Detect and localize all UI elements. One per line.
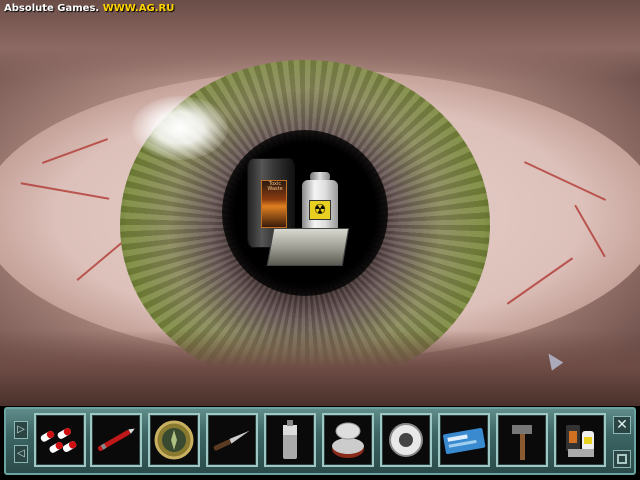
game-scene[interactable]: Toxic Waste ☢	[0, 0, 640, 406]
metal-crate[interactable]	[266, 228, 350, 266]
knife-icon	[213, 430, 250, 451]
inventory-slot-barrel-set[interactable]	[554, 413, 606, 467]
card-icon	[443, 427, 486, 454]
inventory-slot-hammer[interactable]	[496, 413, 548, 467]
watermark-url: WWW.AG.RU	[102, 3, 175, 14]
lower-eyelid	[0, 330, 640, 406]
close-inventory-button[interactable]: ✕	[613, 416, 631, 434]
map-button[interactable]	[613, 450, 631, 468]
inventory-slot-capsules[interactable]	[34, 413, 86, 467]
close-icon: ✕	[616, 417, 628, 433]
pills-icon	[40, 428, 77, 453]
scroll-right-icon[interactable]: ▷	[14, 421, 28, 439]
scroll-left-icon[interactable]: ◁	[14, 445, 28, 463]
can-icon	[332, 422, 364, 458]
inventory-slot-id-card[interactable]	[438, 413, 490, 467]
pen-icon	[97, 428, 135, 451]
inventory-slot-lighter[interactable]	[264, 413, 316, 467]
inventory-scroll: ▷ ◁	[14, 419, 30, 469]
hammer-icon	[512, 425, 532, 460]
barrel-label-text: Toxic Waste	[267, 181, 283, 192]
inventory-slot-compass[interactable]	[148, 413, 200, 467]
eye-highlight	[132, 96, 228, 160]
tape-icon	[389, 423, 423, 457]
inventory-slot-tape-roll[interactable]	[380, 413, 432, 467]
map-icon	[617, 454, 627, 464]
watermark-brand: Absolute Games.	[4, 3, 100, 14]
radiation-icon: ☢	[309, 200, 331, 220]
inventory-slot-red-pen[interactable]	[90, 413, 142, 467]
lighter-icon	[283, 420, 297, 459]
compass-icon	[154, 420, 194, 460]
watermark: Absolute Games. WWW.AG.RU	[4, 3, 174, 14]
inventory-slot-tin-can[interactable]	[322, 413, 374, 467]
inventory-slot-knife[interactable]	[206, 413, 258, 467]
barrel-set-icon	[566, 425, 594, 457]
